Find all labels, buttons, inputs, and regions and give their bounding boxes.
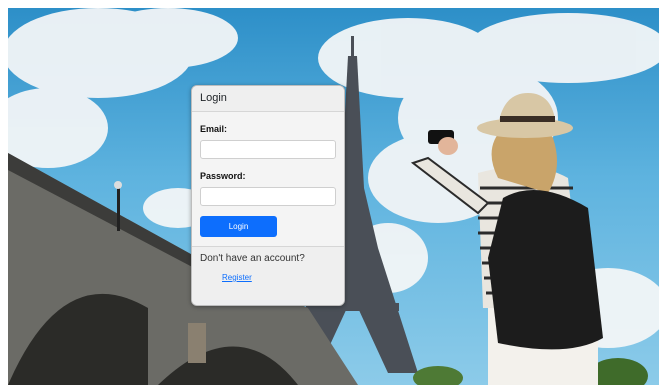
email-label: Email: — [200, 124, 228, 134]
login-card: Login Email: Password: Login Don't have … — [191, 85, 345, 306]
password-label: Password: — [200, 171, 246, 181]
login-title: Login — [200, 92, 227, 104]
login-form: Email: Password: Login — [192, 112, 344, 237]
no-account-text: Don't have an account? — [200, 253, 305, 264]
email-field[interactable] — [200, 140, 336, 159]
password-field[interactable] — [200, 187, 336, 206]
login-button[interactable]: Login — [200, 216, 277, 237]
field-spacer — [200, 159, 336, 167]
login-card-header: Login — [192, 86, 344, 112]
login-card-footer: Don't have an account? Register — [192, 246, 344, 305]
register-link[interactable]: Register — [222, 273, 252, 282]
